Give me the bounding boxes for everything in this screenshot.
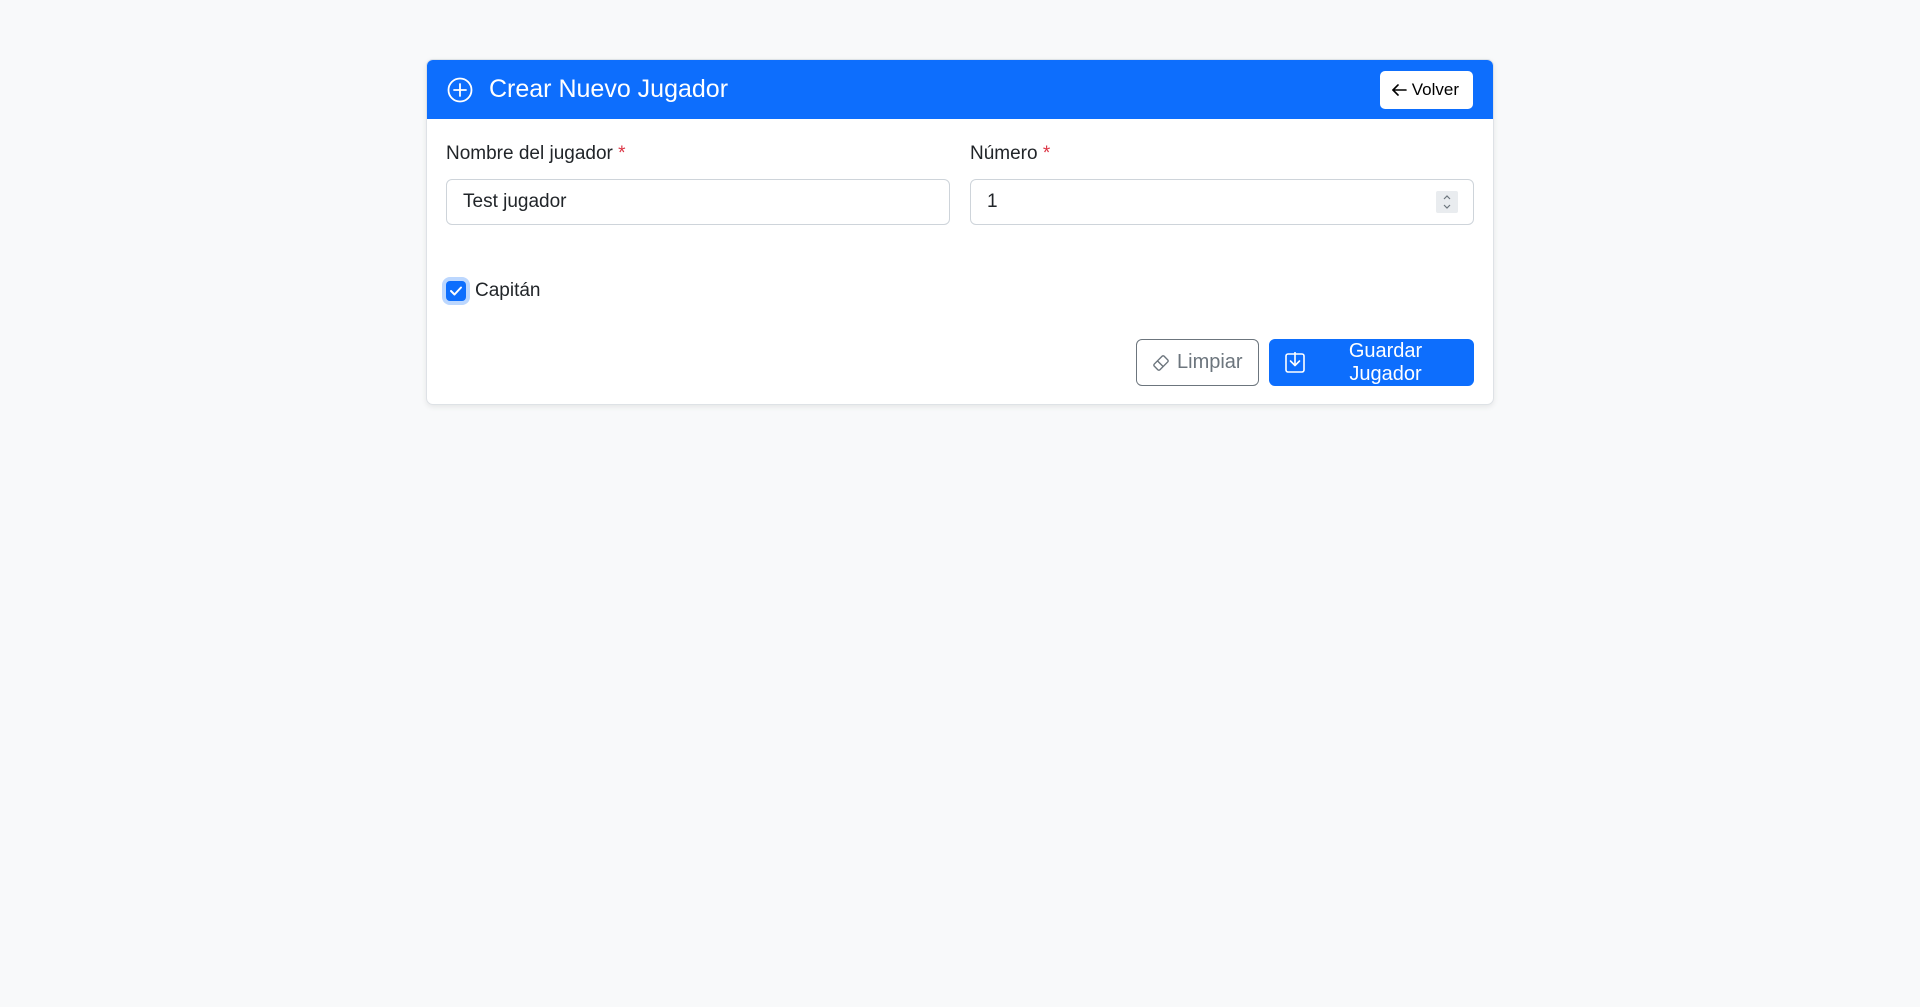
save-player-button[interactable]: Guardar Jugador [1269,339,1474,386]
captain-label[interactable]: Capitán [475,280,541,302]
save-download-icon [1284,351,1306,374]
card-header: Crear Nuevo Jugador Volver [427,60,1493,119]
player-name-label: Nombre del jugador * [446,143,626,165]
page-title: Crear Nuevo Jugador [489,75,729,103]
clear-button-label: Limpiar [1177,351,1243,373]
captain-checkbox[interactable] [446,281,466,301]
eraser-icon [1151,354,1171,372]
number-label: Número * [970,143,1050,165]
header-title-group: Crear Nuevo Jugador [447,75,728,104]
clear-button[interactable]: Limpiar [1136,339,1259,386]
number-field [970,179,1474,225]
number-stepper[interactable] [1436,191,1458,213]
back-button[interactable]: Volver [1379,70,1473,109]
required-marker: * [1042,143,1051,164]
player-name-label-text: Nombre del jugador [446,143,613,164]
chevron-up-icon [1443,193,1451,202]
save-button-label: Guardar Jugador [1348,339,1423,385]
plus-circle-icon [447,77,473,103]
number-input[interactable] [971,180,1436,224]
captain-checkbox-row: Capitán [446,280,541,302]
chevron-down-icon [1443,202,1451,211]
player-name-input[interactable] [446,179,950,225]
required-marker: * [618,143,626,164]
number-label-text: Número [970,143,1038,164]
check-icon [450,286,462,296]
back-button-label: Volver [1411,79,1459,99]
arrow-left-icon [1391,83,1407,97]
